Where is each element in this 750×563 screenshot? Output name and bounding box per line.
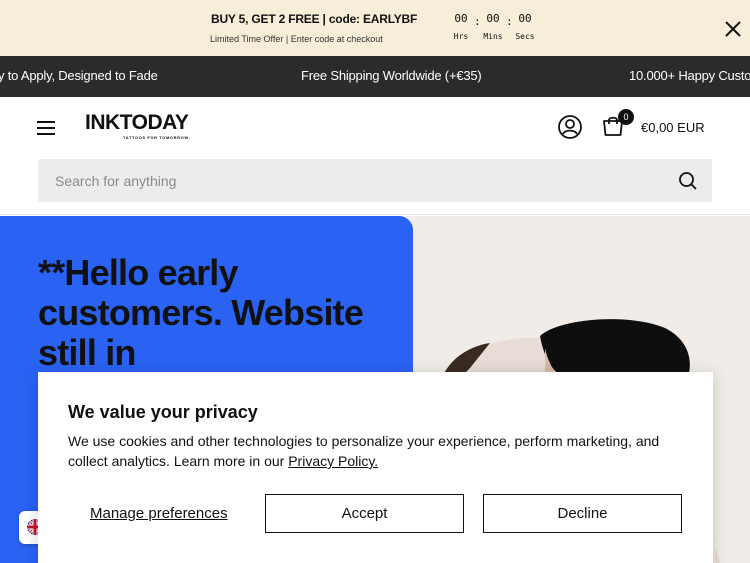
- timer-minutes: 00 Mins: [480, 11, 506, 41]
- manage-preferences-link[interactable]: Manage preferences: [90, 505, 228, 522]
- countdown-timer: 00 Hrs : 00 Mins : 00 Secs: [448, 11, 538, 41]
- timer-seconds-value: 00: [518, 12, 532, 25]
- timer-minutes-label: Mins: [483, 32, 503, 41]
- timer-hours-label: Hrs: [453, 32, 469, 41]
- cookie-body: We use cookies and other technologies to…: [68, 431, 678, 471]
- promo-subtitle: Limited Time Offer | Enter code at check…: [210, 34, 383, 44]
- announcement-marquee: y to Apply, Designed to Fade Free Shippi…: [0, 56, 750, 97]
- timer-seconds-label: Secs: [515, 32, 535, 41]
- site-header: INKTODAY TATTOOS FOR TOMORROW. 0 €0,00 E…: [0, 97, 750, 215]
- search-input[interactable]: [38, 159, 658, 202]
- decline-button[interactable]: Decline: [483, 494, 682, 533]
- logo-tagline: TATTOOS FOR TOMORROW.: [123, 135, 191, 140]
- cart-total[interactable]: €0,00 EUR: [641, 120, 705, 135]
- cookie-consent-dialog: We value your privacy We use cookies and…: [38, 372, 713, 563]
- logo-text: INKTODAY: [85, 111, 189, 134]
- site-logo[interactable]: INKTODAY TATTOOS FOR TOMORROW.: [85, 111, 190, 140]
- timer-hours: 00 Hrs: [448, 11, 474, 41]
- accept-button[interactable]: Accept: [265, 494, 464, 533]
- search-icon[interactable]: [678, 171, 698, 191]
- hero-headline: **Hello early customers. Website still i…: [38, 252, 364, 373]
- timer-minutes-value: 00: [486, 12, 500, 25]
- timer-seconds: 00 Secs: [512, 11, 538, 41]
- cart-count-badge: 0: [618, 109, 634, 125]
- cookie-title: We value your privacy: [68, 402, 258, 422]
- search-bar: [38, 159, 712, 202]
- hamburger-icon[interactable]: [37, 121, 55, 135]
- marquee-item: 10.000+ Happy Custo: [629, 68, 750, 83]
- promo-bar: BUY 5, GET 2 FREE | code: EARLYBF Limite…: [0, 0, 750, 56]
- close-icon[interactable]: [722, 18, 744, 40]
- account-icon[interactable]: [557, 114, 583, 140]
- privacy-policy-link[interactable]: Privacy Policy.: [288, 453, 378, 469]
- marquee-item: y to Apply, Designed to Fade: [0, 68, 158, 83]
- promo-title: BUY 5, GET 2 FREE | code: EARLYBF: [211, 12, 418, 26]
- timer-hours-value: 00: [454, 12, 468, 25]
- marquee-item: Free Shipping Worldwide (+€35): [301, 68, 482, 83]
